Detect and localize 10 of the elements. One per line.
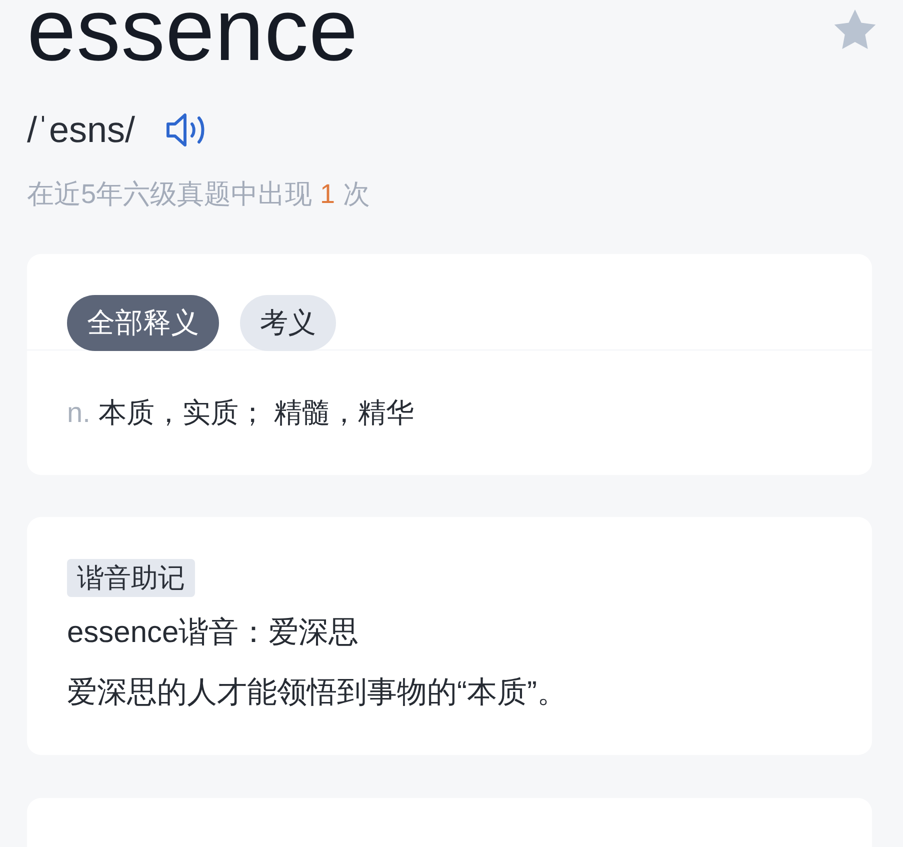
exam-frequency-text: 在近5年六级真题中出现 1 次 bbox=[27, 178, 372, 211]
definition-tab[interactable]: 考义 bbox=[240, 295, 336, 351]
mnemonic-tag: 谐音助记 bbox=[67, 559, 195, 597]
phonetic-transcription: /ˈesns/ bbox=[27, 108, 136, 152]
headword: essence bbox=[27, 0, 358, 74]
definition-text: n. 本质，实质； 精髓，精华 bbox=[67, 396, 416, 430]
mnemonic-text: essence谐音：爱深思 bbox=[67, 615, 360, 651]
star-icon[interactable] bbox=[832, 8, 878, 52]
definition-tab[interactable]: 全部释义 bbox=[67, 295, 219, 351]
mnemonic-text: 爱深思的人才能领悟到事物的“本质”。 bbox=[67, 675, 568, 711]
